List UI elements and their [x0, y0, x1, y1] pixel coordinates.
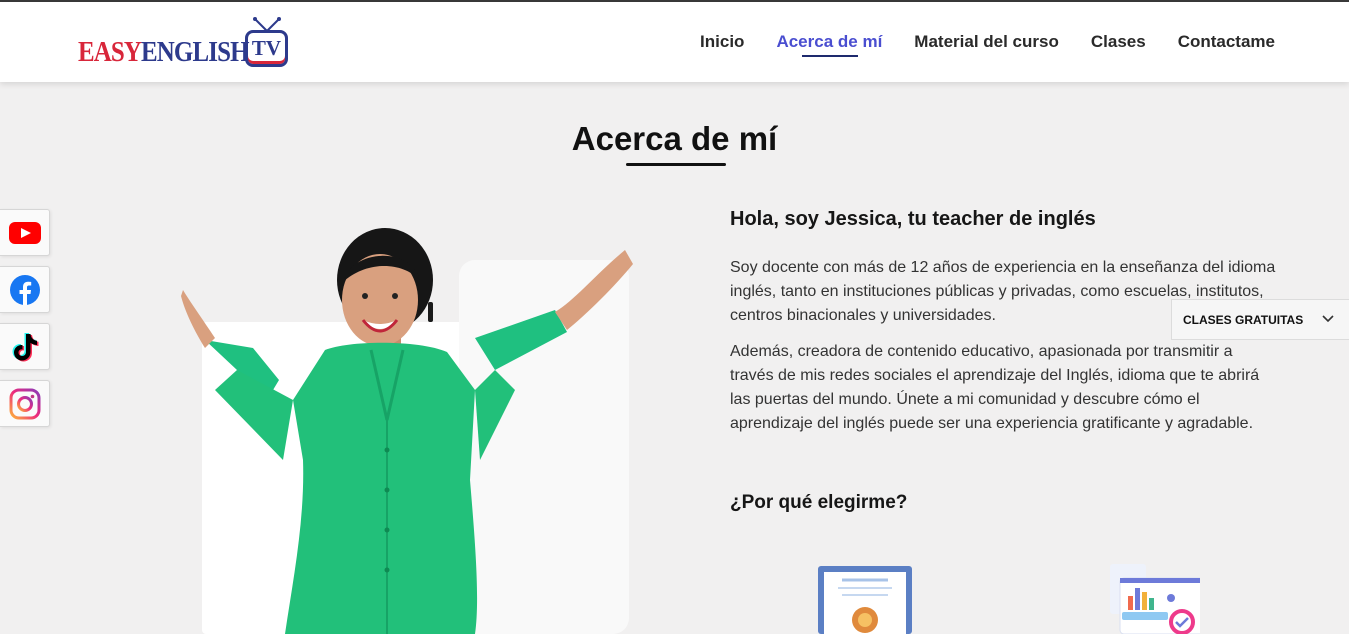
free-classes-dropdown[interactable]: CLASES GRATUITAS [1171, 299, 1349, 340]
free-classes-label: CLASES GRATUITAS [1183, 312, 1304, 327]
youtube-icon [8, 221, 41, 244]
page-title: Acerca de mí [571, 120, 778, 157]
logo-tv-text: TV [251, 36, 282, 60]
site-logo[interactable]: EASY ENGLISH TV [78, 16, 293, 72]
tiktok-link[interactable] [0, 323, 50, 370]
intro-heading: Hola, soy Jessica, tu teacher de inglés [730, 208, 1096, 230]
bio-paragraph-2: Además, creadora de contenido educativo,… [730, 343, 1260, 432]
teacher-photo [181, 228, 633, 634]
site-header: EASY ENGLISH TV Inicio Acerca de mí Mate… [0, 2, 1349, 82]
facebook-icon [9, 274, 40, 305]
instagram-icon [9, 388, 40, 419]
facebook-link[interactable] [0, 266, 50, 313]
statistics-icon [1110, 564, 1200, 634]
youtube-link[interactable] [0, 209, 50, 256]
logo-easy-text: EASY [78, 36, 142, 68]
instagram-link[interactable] [0, 380, 50, 427]
nav-material-del-curso[interactable]: Material del curso [914, 32, 1059, 52]
why-me-heading: ¿Por qué elegirme? [730, 492, 908, 513]
nav-contactame[interactable]: Contactame [1178, 32, 1275, 52]
certificate-icon [818, 566, 912, 634]
title-underline [626, 163, 726, 166]
logo-english-text: ENGLISH [141, 36, 250, 68]
nav-clases[interactable]: Clases [1091, 32, 1146, 52]
tiktok-icon [12, 332, 38, 361]
nav-acerca-de-mi[interactable]: Acerca de mí [776, 32, 882, 57]
chevron-down-icon [1322, 315, 1334, 323]
logo-tv-icon: TV [245, 30, 288, 67]
main-nav: Inicio Acerca de mí Material del curso C… [700, 32, 1275, 57]
nav-inicio[interactable]: Inicio [700, 32, 744, 52]
